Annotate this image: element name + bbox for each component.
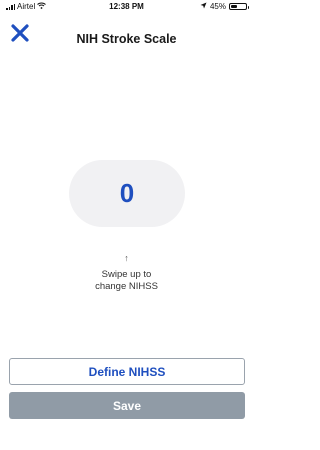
swipe-hint-line-2: change NIHSS xyxy=(95,281,158,292)
nihss-score-value: 0 xyxy=(119,178,135,208)
battery-percent: 45% xyxy=(209,2,226,11)
save-button[interactable]: Save xyxy=(9,392,245,419)
status-bar: Airtel 12:38 PM 45% xyxy=(0,0,253,14)
nihss-score-picker[interactable]: 0 xyxy=(69,160,185,227)
swipe-hint-line-1: Swipe up to xyxy=(101,269,152,280)
status-right: 45% xyxy=(200,2,249,11)
battery-icon xyxy=(229,3,249,10)
swipe-hint: Swipe up to change NIHSS xyxy=(0,269,253,293)
define-nihss-button[interactable]: Define NIHSS xyxy=(9,358,245,385)
page-title: NIH Stroke Scale xyxy=(76,32,177,46)
swipe-up-arrow-icon: ↑ xyxy=(124,253,129,263)
battery-level-fill xyxy=(231,5,238,8)
location-arrow-icon xyxy=(200,2,207,11)
